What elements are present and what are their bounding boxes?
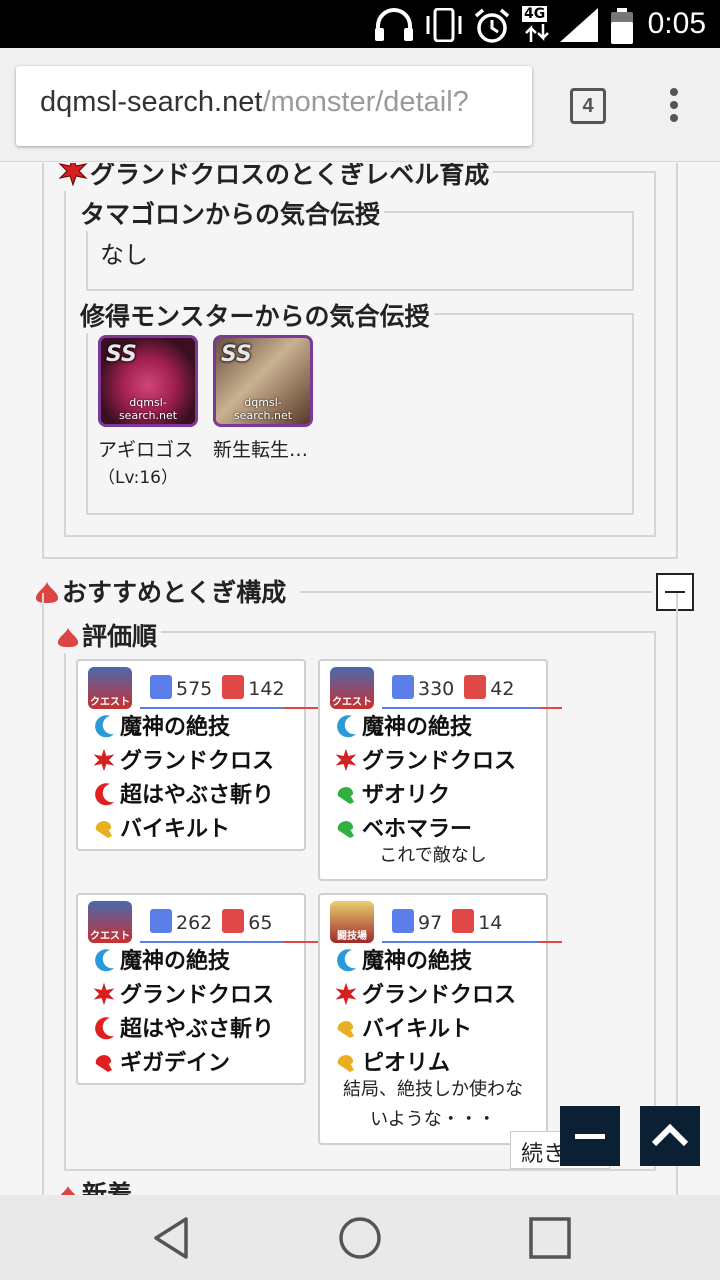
skill-item: ベホマラー xyxy=(334,811,472,843)
skill-item: グランドクロス xyxy=(334,743,516,775)
browser-toolbar: dqmsl-search.net/monster/detail? 4 xyxy=(0,48,720,162)
vote-counts: 330 42 xyxy=(392,675,514,700)
skill-item: 魔神の絶技 xyxy=(334,943,472,975)
back-icon[interactable] xyxy=(148,1215,194,1261)
like-icon[interactable] xyxy=(392,675,414,699)
dislike-icon[interactable] xyxy=(464,675,487,699)
vibrate-icon xyxy=(426,8,462,42)
spell-red-icon xyxy=(95,1055,112,1072)
crescent-blue-icon xyxy=(337,715,356,738)
spell-yellow-icon xyxy=(95,821,112,838)
new-section-title: 新着 xyxy=(52,1175,137,1195)
home-icon[interactable] xyxy=(337,1215,383,1261)
zoom-out-button[interactable] xyxy=(560,1106,620,1166)
chevron-up-icon xyxy=(651,1123,689,1147)
crescent-blue-icon xyxy=(337,949,356,972)
page-content: グランドクロスのとくぎレベル育成 タマゴロンからの気合伝授 なし 修得モンスター… xyxy=(0,163,720,1195)
recents-icon[interactable] xyxy=(527,1215,573,1261)
monsters-title: 修得モンスターからの気合伝授 xyxy=(76,297,434,333)
card-comment: これで敵なし xyxy=(379,845,487,866)
quest-badge-icon: クエスト xyxy=(88,901,132,943)
network-type: 4G xyxy=(522,6,548,22)
tamagon-title: タマゴロンからの気合伝授 xyxy=(76,195,385,231)
battery-icon xyxy=(611,8,633,44)
overflow-menu-icon[interactable] xyxy=(667,88,681,128)
rating-order-title: 評価順 xyxy=(52,617,162,653)
scroll-top-button[interactable] xyxy=(640,1106,700,1166)
crescent-blue-icon xyxy=(95,949,114,972)
monster-name-shinsei[interactable]: 新生転生… xyxy=(213,435,308,462)
skill-item: グランドクロス xyxy=(334,977,516,1009)
url-path: /monster/detail? xyxy=(262,86,469,118)
url-host: dqmsl-search.net xyxy=(40,86,263,118)
crescent-red-icon xyxy=(95,1017,114,1040)
skill-set-card[interactable]: 闘技場 97 14 魔神の絶技 グランドクロス バイキルト ピオリム 結局、絶技し… xyxy=(318,893,562,1145)
skill-set-card[interactable]: クエスト 330 42 魔神の絶技 グランドクロス ザオリク ベホマラー これで敵… xyxy=(318,659,562,881)
spell-green-icon xyxy=(337,821,354,838)
system-nav-bar xyxy=(0,1195,720,1280)
growth-section-title: グランドクロスのとくぎレベル育成 xyxy=(54,163,494,191)
skill-item: ギガデイン xyxy=(92,1045,230,1077)
skill-item: ピオリム xyxy=(334,1045,450,1077)
skill-item: グランドクロス xyxy=(92,977,274,1009)
slime-icon xyxy=(57,627,79,648)
dislike-icon[interactable] xyxy=(222,909,245,933)
alarm-icon xyxy=(474,8,510,43)
vote-counts: 97 14 xyxy=(392,909,502,934)
arena-badge-icon: 闘技場 xyxy=(330,901,374,943)
skill-item: 超はやぶさ斬り xyxy=(92,1011,274,1043)
grand-cross-icon xyxy=(335,748,357,772)
tamagon-value: なし xyxy=(100,241,148,269)
data-arrows-icon xyxy=(525,24,549,42)
dislike-icon[interactable] xyxy=(452,909,475,933)
skill-item: 魔神の絶技 xyxy=(334,709,472,741)
skill-item: 魔神の絶技 xyxy=(92,943,230,975)
slime-icon xyxy=(60,1185,76,1195)
spell-yellow-icon xyxy=(337,1021,354,1038)
monster-thumb-shinsei[interactable]: SS dqmsl-search.net xyxy=(213,335,313,427)
like-icon[interactable] xyxy=(392,909,414,933)
skill-item: 超はやぶさ斬り xyxy=(92,777,274,809)
tab-switcher-button[interactable]: 4 xyxy=(570,88,606,124)
spell-green-icon xyxy=(337,787,354,804)
vote-counts: 575 142 xyxy=(150,675,285,700)
skill-set-card[interactable]: クエスト 262 65 魔神の絶技 グランドクロス 超はやぶさ斬り ギガデイン xyxy=(76,893,320,1085)
grand-cross-icon xyxy=(335,982,357,1006)
skill-item: 魔神の絶技 xyxy=(92,709,230,741)
monster-thumb-agirogosu[interactable]: SS dqmsl-search.net xyxy=(98,335,198,427)
spell-yellow-icon xyxy=(337,1055,354,1072)
skill-item: バイキルト xyxy=(334,1011,472,1043)
skill-item: グランドクロス xyxy=(92,743,274,775)
skill-item: ザオリク xyxy=(334,777,450,809)
monster-name-agirogosu[interactable]: アギロゴス xyxy=(98,435,193,462)
quest-badge-icon: クエスト xyxy=(88,667,132,709)
grand-cross-icon xyxy=(93,982,115,1006)
card-comment-line: 結局、絶技しか使わな xyxy=(343,1079,523,1100)
like-icon[interactable] xyxy=(150,909,172,933)
signal-icon xyxy=(560,8,598,42)
grand-cross-icon xyxy=(93,748,115,772)
vote-counts: 262 65 xyxy=(150,909,272,934)
clock: 0:05 xyxy=(647,7,706,40)
status-bar: 4G 0:05 xyxy=(0,0,720,48)
crescent-red-icon xyxy=(95,783,114,806)
quest-badge-icon: クエスト xyxy=(330,667,374,709)
url-bar[interactable]: dqmsl-search.net/monster/detail? xyxy=(16,66,532,146)
grand-cross-icon xyxy=(58,163,88,186)
crescent-blue-icon xyxy=(95,715,114,738)
like-icon[interactable] xyxy=(150,675,172,699)
skill-item: バイキルト xyxy=(92,811,230,843)
skill-set-card[interactable]: クエスト 575 142 魔神の絶技 グランドクロス 超はやぶさ斬り バイキルト xyxy=(76,659,320,851)
dislike-icon[interactable] xyxy=(222,675,245,699)
monster-level-agirogosu: （Lv:16） xyxy=(98,468,178,488)
headphones-icon xyxy=(375,8,413,41)
